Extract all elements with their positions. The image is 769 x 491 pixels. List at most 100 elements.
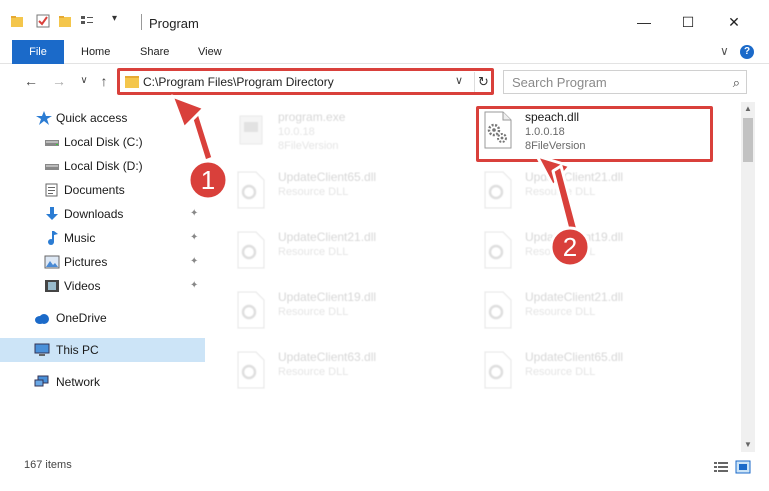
search-box[interactable]: Search Program ⌕ bbox=[503, 70, 747, 94]
scroll-up-icon[interactable]: ▲ bbox=[741, 102, 755, 116]
up-button[interactable]: ↑ bbox=[95, 72, 113, 90]
download-icon bbox=[46, 207, 58, 220]
file-list: program.exe 10.0.18 8FileVersion speach.… bbox=[206, 102, 741, 452]
file-description: Resource DLL bbox=[525, 246, 596, 258]
sidebar-item-label: Quick access bbox=[56, 111, 128, 125]
list-item[interactable]: program.exe 10.0.18 8FileVersion bbox=[234, 106, 464, 160]
pictures-icon bbox=[44, 255, 60, 269]
large-icons-view-icon[interactable] bbox=[735, 460, 751, 474]
sidebar-item-music[interactable]: Music ✦ bbox=[0, 226, 205, 250]
sidebar-item-pictures[interactable]: Pictures ✦ bbox=[0, 250, 205, 274]
file-description: Resource DLL bbox=[525, 366, 596, 378]
folder-icon bbox=[125, 76, 139, 88]
sidebar-item-label: Music bbox=[64, 231, 96, 245]
pin-icon[interactable]: ✦ bbox=[190, 280, 198, 291]
address-bar[interactable]: C:\Program Files\Program Directory ∨ ↻ bbox=[117, 70, 494, 94]
pin-icon[interactable]: ✦ bbox=[190, 256, 198, 267]
sidebar-item-documents[interactable]: Documents ✦ bbox=[0, 178, 205, 202]
file-name: UpdateClient21.dll bbox=[525, 170, 624, 184]
search-icon[interactable]: ⌕ bbox=[733, 75, 740, 91]
list-item[interactable]: UpdateClient21.dll Resource DLL bbox=[234, 226, 464, 280]
list-item[interactable]: UpdateClient65.dll Resource DLL bbox=[481, 346, 711, 400]
scroll-down-icon[interactable]: ▼ bbox=[741, 438, 755, 452]
view-options-icon[interactable] bbox=[80, 14, 94, 28]
sidebar-item-this-pc[interactable]: This PC bbox=[0, 338, 205, 362]
forward-button[interactable]: → bbox=[50, 72, 68, 90]
tab-view[interactable]: View bbox=[198, 40, 222, 64]
file-version: 1.0.0.18 bbox=[525, 126, 565, 138]
file-name: UpdateClient19.dll bbox=[278, 290, 377, 304]
dll-gear-file-icon bbox=[484, 171, 512, 209]
sidebar-item-label: This PC bbox=[56, 343, 99, 357]
exe-file-icon bbox=[239, 115, 263, 145]
details-view-icon[interactable] bbox=[713, 460, 729, 474]
dll-gear-file-icon bbox=[237, 231, 265, 269]
close-button[interactable]: ✕ bbox=[724, 12, 744, 32]
file-description: Resource DLL bbox=[525, 306, 596, 318]
file-name: speach.dll bbox=[525, 110, 580, 124]
scroll-thumb[interactable] bbox=[743, 118, 753, 162]
pin-icon[interactable]: ✦ bbox=[190, 232, 198, 243]
list-item[interactable]: UpdateClient21.dll Resource DLL bbox=[481, 166, 711, 220]
search-input[interactable]: Search Program bbox=[512, 75, 607, 90]
sidebar-item-videos[interactable]: Videos ✦ bbox=[0, 274, 205, 298]
tab-home[interactable]: Home bbox=[81, 40, 110, 64]
file-description: Resource DLL bbox=[278, 186, 349, 198]
list-item[interactable]: UpdateClient63.dll Resource DLL bbox=[234, 346, 464, 400]
vertical-scrollbar[interactable]: ▲ ▼ bbox=[741, 102, 755, 452]
new-folder-icon[interactable] bbox=[58, 14, 72, 28]
sidebar-item-label: Videos bbox=[64, 279, 101, 293]
sidebar-item-onedrive[interactable]: OneDrive bbox=[0, 306, 205, 330]
dll-gear-file-icon bbox=[237, 291, 265, 329]
folder-icon[interactable] bbox=[10, 14, 24, 28]
recent-locations-button[interactable]: ∨ bbox=[75, 72, 93, 90]
sidebar-item-label: Local Disk (C:) bbox=[64, 135, 143, 149]
maximize-button[interactable]: ☐ bbox=[678, 12, 698, 32]
address-path[interactable]: C:\Program Files\Program Directory bbox=[143, 75, 334, 89]
back-button[interactable]: ← bbox=[22, 72, 40, 90]
file-description: Resource DLL bbox=[278, 246, 349, 258]
star-icon bbox=[36, 111, 52, 125]
file-description: 8FileVersion bbox=[525, 140, 586, 152]
address-history-chevron-icon[interactable]: ∨ bbox=[455, 74, 463, 87]
file-description: Resource DLL bbox=[278, 366, 349, 378]
sidebar-item-label: Pictures bbox=[64, 255, 108, 269]
tab-share[interactable]: Share bbox=[140, 40, 169, 64]
file-name: UpdateClient19.dll bbox=[525, 230, 624, 244]
videos-icon bbox=[45, 280, 59, 292]
help-icon[interactable]: ? bbox=[740, 45, 754, 59]
cloud-icon bbox=[35, 314, 49, 324]
dll-gear-file-icon bbox=[237, 351, 265, 389]
customize-toolbar-icon[interactable]: ▾ bbox=[112, 13, 126, 27]
file-name: UpdateClient21.dll bbox=[525, 290, 624, 304]
ribbon-tabs: File Home Share View ∨ ? bbox=[0, 40, 769, 64]
dll-gear-file-icon bbox=[484, 351, 512, 389]
network-icon bbox=[34, 375, 49, 387]
file-name: UpdateClient21.dll bbox=[278, 230, 377, 244]
sidebar-item-local-disk-c[interactable]: Local Disk (C:) bbox=[0, 130, 205, 154]
tab-file[interactable]: File bbox=[12, 40, 64, 64]
minimize-button[interactable]: — bbox=[634, 12, 654, 32]
sidebar-item-network[interactable]: Network bbox=[0, 370, 205, 394]
sidebar-item-quick-access[interactable]: Quick access bbox=[0, 106, 205, 130]
refresh-icon[interactable]: ↻ bbox=[474, 72, 492, 92]
list-item-speach-dll[interactable]: speach.dll 1.0.0.18 8FileVersion bbox=[481, 106, 711, 160]
file-description: Resource DLL bbox=[525, 186, 596, 198]
sidebar-item-label: Downloads bbox=[64, 207, 124, 221]
list-item[interactable]: UpdateClient21.dll Resource DLL bbox=[481, 286, 711, 340]
file-version: 10.0.18 bbox=[278, 126, 315, 138]
item-count: 167 items bbox=[24, 459, 72, 471]
list-item[interactable]: UpdateClient19.dll Resource DLL bbox=[481, 226, 711, 280]
sidebar-item-local-disk-d[interactable]: Local Disk (D:) bbox=[0, 154, 205, 178]
expand-ribbon-icon[interactable]: ∨ bbox=[720, 44, 729, 58]
drive-icon bbox=[45, 140, 59, 146]
list-item[interactable]: UpdateClient19.dll Resource DLL bbox=[234, 286, 464, 340]
pin-icon[interactable]: ✦ bbox=[190, 208, 198, 219]
dll-gear-file-icon bbox=[484, 111, 512, 149]
sidebar-item-downloads[interactable]: Downloads ✦ bbox=[0, 202, 205, 226]
pin-icon[interactable]: ✦ bbox=[190, 184, 198, 195]
title-separator bbox=[141, 14, 142, 30]
list-item[interactable]: UpdateClient65.dll Resource DLL bbox=[234, 166, 464, 220]
properties-icon[interactable] bbox=[36, 14, 50, 28]
navigation-pane: Quick access Local Disk (C:) Local Disk … bbox=[0, 102, 205, 452]
